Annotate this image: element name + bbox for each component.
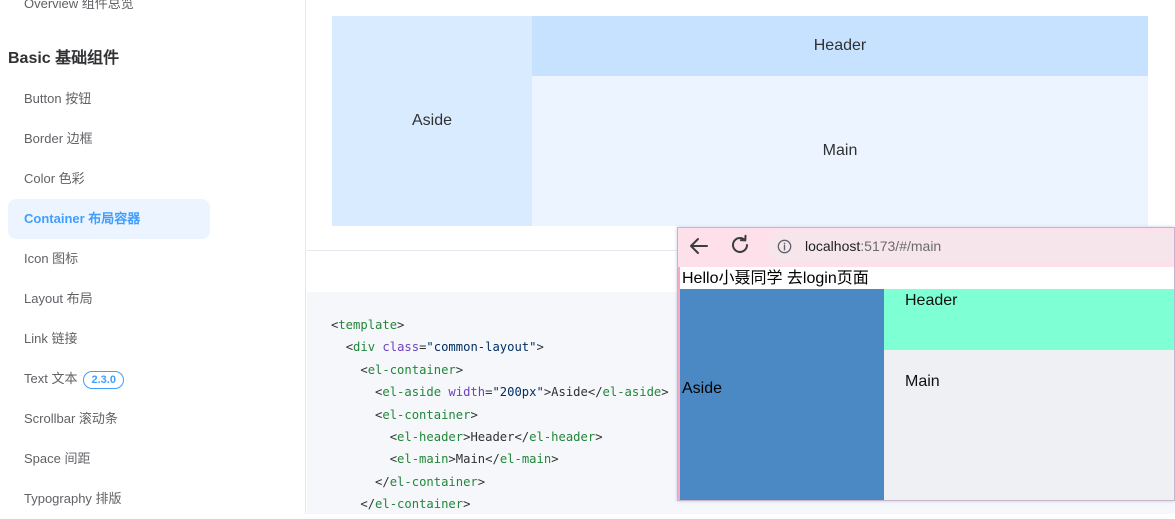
sidebar-item-label: Link 链接 xyxy=(24,331,78,346)
code-line: <el-main>Main</el-main> xyxy=(389,452,559,467)
sidebar-menu: Button 按钮 Border 边框 Color 色彩 Container 布… xyxy=(8,79,210,519)
page-header: Header xyxy=(884,289,1174,350)
url-path: :5173/#/main xyxy=(860,238,942,254)
demo-block: Aside Header Main xyxy=(307,0,1175,251)
sidebar-item-label: Icon 图标 xyxy=(24,251,79,266)
page-main-label: Main xyxy=(905,373,940,390)
code-line: </el-container> xyxy=(360,497,471,512)
sidebar-item-overview[interactable]: Overview 组件总览 xyxy=(24,0,134,12)
arrow-left-icon[interactable] xyxy=(688,235,710,257)
browser-page: Hello小聂同学 去login页面 Aside Header Main xyxy=(678,267,1174,500)
sidebar-item-label: Text 文本 xyxy=(24,371,78,386)
sidebar-item-button[interactable]: Button 按钮 xyxy=(8,79,210,119)
info-circle-icon[interactable] xyxy=(777,239,792,254)
browser-toolbar: localhost:5173/#/main xyxy=(678,228,1174,267)
browser-window: localhost:5173/#/main Hello小聂同学 去login页面… xyxy=(677,227,1175,501)
code-line: <el-aside width="200px">Aside</el-aside> xyxy=(375,385,669,400)
sidebar-item-space[interactable]: Space 间距 xyxy=(8,439,210,479)
code-line: <div class="common-layout"> xyxy=(345,340,544,355)
sidebar-item-label: Color 色彩 xyxy=(24,171,85,186)
sidebar-item-link[interactable]: Link 链接 xyxy=(8,319,210,359)
demo-aside-label: Aside xyxy=(411,112,453,129)
code-line: </el-container> xyxy=(375,474,486,489)
sidebar-item-label: Border 边框 xyxy=(24,131,93,146)
window-edge xyxy=(678,267,680,500)
version-badge: 2.3.0 xyxy=(83,370,124,389)
page-main: Main xyxy=(884,350,1174,500)
page-header-label: Header xyxy=(905,292,958,309)
sidebar-item-layout[interactable]: Layout 布局 xyxy=(8,279,210,319)
sidebar-item-container[interactable]: Container 布局容器 xyxy=(8,199,210,239)
code-source: <template> <div class="common-layout"> <… xyxy=(331,314,669,516)
sidebar-item-typography[interactable]: Typography 排版 xyxy=(8,479,210,519)
address-bar[interactable]: localhost:5173/#/main xyxy=(768,231,1174,262)
sidebar-item-label: Typography 排版 xyxy=(24,491,122,506)
sidebar-item-text[interactable]: Text 文本 2.3.0 xyxy=(8,359,210,399)
url-text[interactable]: localhost:5173/#/main xyxy=(805,238,941,254)
sidebar-item-border[interactable]: Border 边框 xyxy=(8,119,210,159)
sidebar-item-scrollbar[interactable]: Scrollbar 滚动条 xyxy=(8,399,210,439)
sidebar-item-label: Container 布局容器 xyxy=(24,211,141,226)
demo-header: Header xyxy=(532,16,1148,76)
url-host: localhost xyxy=(805,238,861,254)
sidebar-item-icon[interactable]: Icon 图标 xyxy=(8,239,210,279)
sidebar-item-label: Space 间距 xyxy=(24,451,91,466)
reload-icon[interactable] xyxy=(729,234,751,256)
sidebar-item-label: Button 按钮 xyxy=(24,91,92,106)
code-line: <template> xyxy=(331,318,405,332)
demo-main: Main xyxy=(532,76,1148,226)
page-aside: Aside xyxy=(680,289,884,500)
page-aside-label: Aside xyxy=(682,380,723,397)
code-line: <el-header>Header</el-header> xyxy=(389,430,603,445)
demo-inner-container: Header Main xyxy=(532,16,1148,226)
code-line: <el-container> xyxy=(360,362,464,377)
sidebar: Overview 组件总览 Basic 基础组件 Button 按钮 Borde… xyxy=(0,0,306,514)
page-greeting[interactable]: Hello小聂同学 去login页面 xyxy=(682,269,869,288)
code-line: <el-container> xyxy=(375,407,478,422)
demo-common-layout: Aside Header Main xyxy=(332,16,1148,226)
sidebar-group-title: Basic 基础组件 xyxy=(8,50,120,67)
sidebar-item-label: Scrollbar 滚动条 xyxy=(24,411,118,426)
demo-main-label: Main xyxy=(822,142,858,159)
demo-header-label: Header xyxy=(813,37,867,54)
sidebar-item-color[interactable]: Color 色彩 xyxy=(8,159,210,199)
demo-aside: Aside xyxy=(332,16,532,226)
sidebar-item-label: Layout 布局 xyxy=(24,291,93,306)
